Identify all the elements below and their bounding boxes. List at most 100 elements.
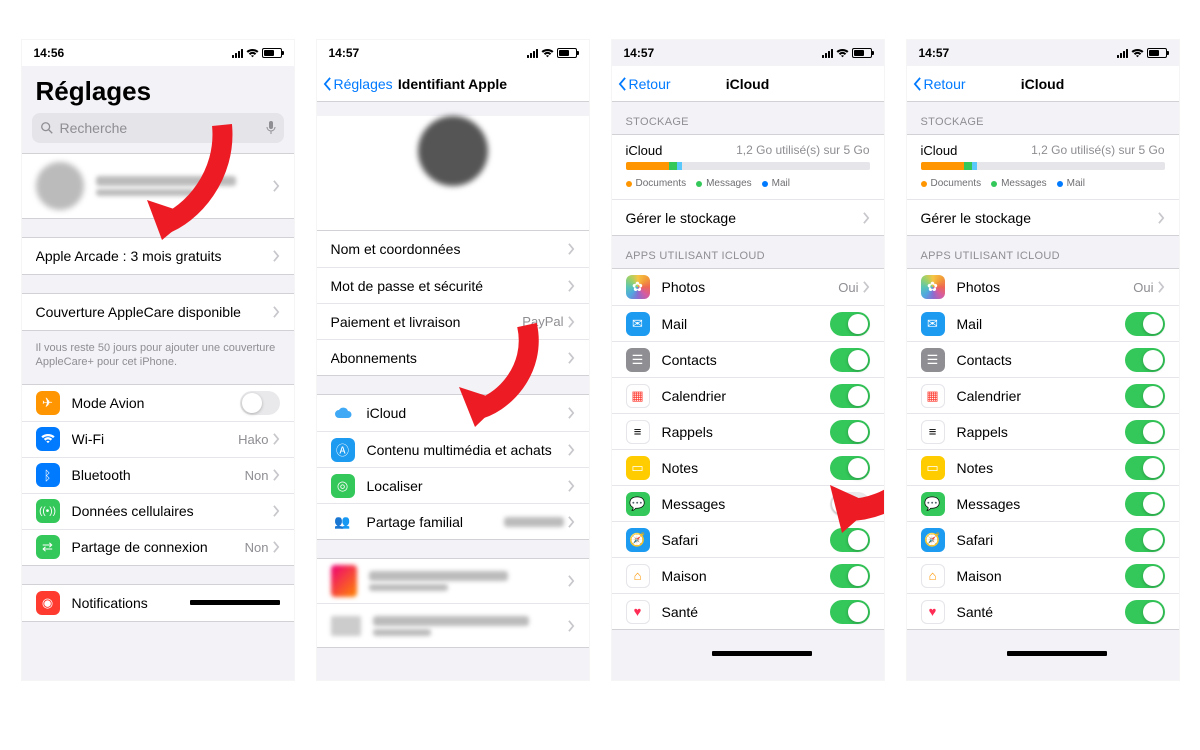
app-row-health[interactable]: ♥Santé: [612, 593, 884, 629]
wifi-icon: [541, 49, 554, 58]
app-row-reminders[interactable]: ≡Rappels: [907, 413, 1179, 449]
chevron-left-icon: [618, 77, 627, 91]
icloud-icon: [331, 401, 355, 425]
notes-toggle[interactable]: [830, 456, 870, 480]
cellular-signal-icon: [527, 49, 538, 58]
home-toggle[interactable]: [1125, 564, 1165, 588]
notifications-row[interactable]: ◉ Notifications: [22, 585, 294, 621]
applecare-row[interactable]: Couverture AppleCare disponible: [22, 294, 294, 330]
app-label: Contacts: [662, 352, 830, 368]
media-row[interactable]: ⒶContenu multimédia et achats: [317, 431, 589, 467]
reminders-toggle[interactable]: [1125, 420, 1165, 444]
chevron-right-icon: [568, 575, 575, 587]
app-row-contacts[interactable]: ☰Contacts: [612, 341, 884, 377]
photos-icon: ✿: [626, 275, 650, 299]
storage-summary: iCloud1,2 Go utilisé(s) sur 5 Go Documen…: [907, 135, 1179, 199]
health-icon: ♥: [921, 600, 945, 624]
reminders-toggle[interactable]: [830, 420, 870, 444]
wifi-row[interactable]: Wi-Fi Hako: [22, 421, 294, 457]
messages-toggle[interactable]: [1125, 492, 1165, 516]
app-row-calendar[interactable]: ▦ Calendrier: [907, 377, 1179, 413]
search-input[interactable]: Recherche: [32, 113, 284, 143]
cellular-signal-icon: [822, 49, 833, 58]
notes-toggle[interactable]: [1125, 456, 1165, 480]
airplane-row[interactable]: ✈ Mode Avion: [22, 385, 294, 421]
health-toggle[interactable]: [1125, 600, 1165, 624]
promo-row[interactable]: Apple Arcade : 3 mois gratuits: [22, 238, 294, 274]
app-row-reminders[interactable]: ≡Rappels: [612, 413, 884, 449]
wifi-icon: [836, 49, 849, 58]
manage-storage-row[interactable]: Gérer le stockage: [612, 199, 884, 235]
bluetooth-row[interactable]: ᛒ Bluetooth Non: [22, 457, 294, 493]
app-row-mail[interactable]: ✉Mail: [612, 305, 884, 341]
mail-toggle[interactable]: [830, 312, 870, 336]
app-row-messages[interactable]: 💬Messages: [612, 485, 884, 521]
mail-icon: ✉: [921, 312, 945, 336]
app-row-safari[interactable]: 🧭Safari: [612, 521, 884, 557]
apple-id-row[interactable]: [22, 154, 294, 218]
contacts-toggle[interactable]: [1125, 348, 1165, 372]
app-row-notes[interactable]: ▭Notes: [612, 449, 884, 485]
hotspot-row[interactable]: ⇄ Partage de connexion Non: [22, 529, 294, 565]
app-row-calendar[interactable]: ▦Calendrier: [612, 377, 884, 413]
nav-bar: Réglages Identifiant Apple: [317, 66, 589, 102]
battery-icon: [262, 48, 282, 58]
back-button[interactable]: Réglages: [323, 76, 393, 92]
status-indicators: [527, 48, 577, 58]
icloud-row[interactable]: iCloud: [317, 395, 589, 431]
app-label: Calendrier: [662, 388, 830, 404]
app-row-home[interactable]: ⌂Maison: [612, 557, 884, 593]
messages-toggle[interactable]: [830, 492, 870, 516]
calendar-icon: ▦: [921, 384, 945, 408]
subscriptions-row[interactable]: Abonnements: [317, 339, 589, 375]
mail-toggle[interactable]: [1125, 312, 1165, 336]
chevron-right-icon: [568, 280, 575, 292]
home-toggle[interactable]: [830, 564, 870, 588]
name-row[interactable]: Nom et coordonnées: [317, 231, 589, 267]
page-title: Réglages: [22, 66, 294, 113]
device-row[interactable]: [317, 603, 589, 647]
wifi-settings-icon: [36, 427, 60, 451]
calendar-toggle[interactable]: [830, 384, 870, 408]
contacts-toggle[interactable]: [830, 348, 870, 372]
chevron-right-icon: [273, 541, 280, 553]
app-row-health[interactable]: ♥Santé: [907, 593, 1179, 629]
back-button[interactable]: Retour: [618, 76, 671, 92]
findmy-row[interactable]: ◎Localiser: [317, 467, 589, 503]
app-row-messages[interactable]: 💬Messages: [907, 485, 1179, 521]
app-row-photos[interactable]: ✿PhotosOui: [907, 269, 1179, 305]
app-row-contacts[interactable]: ☰Contacts: [907, 341, 1179, 377]
chevron-right-icon: [568, 516, 575, 528]
nav-bar: Retour iCloud: [612, 66, 884, 102]
calendar-toggle[interactable]: [1125, 384, 1165, 408]
storage-bar: [626, 162, 870, 170]
payment-row[interactable]: Paiement et livraisonPayPal: [317, 303, 589, 339]
chevron-right-icon: [863, 212, 870, 224]
safari-toggle[interactable]: [1125, 528, 1165, 552]
nav-bar: Retour iCloud: [907, 66, 1179, 102]
app-label: Messages: [662, 496, 830, 512]
profile-header: [317, 116, 589, 230]
family-row[interactable]: 👥Partage familial: [317, 503, 589, 539]
manage-storage-row[interactable]: Gérer le stockage: [907, 199, 1179, 235]
chevron-left-icon: [913, 77, 922, 91]
app-row-photos[interactable]: ✿PhotosOui: [612, 269, 884, 305]
app-label: Safari: [662, 532, 830, 548]
app-label: Calendrier: [957, 388, 1125, 404]
app-row-home[interactable]: ⌂Maison: [907, 557, 1179, 593]
avatar: [418, 116, 488, 186]
password-row[interactable]: Mot de passe et sécurité: [317, 267, 589, 303]
wifi-icon: [246, 49, 259, 58]
health-toggle[interactable]: [830, 600, 870, 624]
status-bar: 14:57: [612, 40, 884, 66]
chevron-right-icon: [568, 352, 575, 364]
safari-toggle[interactable]: [830, 528, 870, 552]
airplane-toggle[interactable]: [240, 391, 280, 415]
screen-icloud-before: 14:57 Retour iCloud Stockage iCloud1,2 G…: [612, 40, 884, 680]
device-row[interactable]: [317, 559, 589, 603]
app-row-notes[interactable]: ▭Notes: [907, 449, 1179, 485]
app-row-mail[interactable]: ✉Mail: [907, 305, 1179, 341]
back-button[interactable]: Retour: [913, 76, 966, 92]
app-row-safari[interactable]: 🧭Safari: [907, 521, 1179, 557]
cellular-row[interactable]: ((•)) Données cellulaires: [22, 493, 294, 529]
